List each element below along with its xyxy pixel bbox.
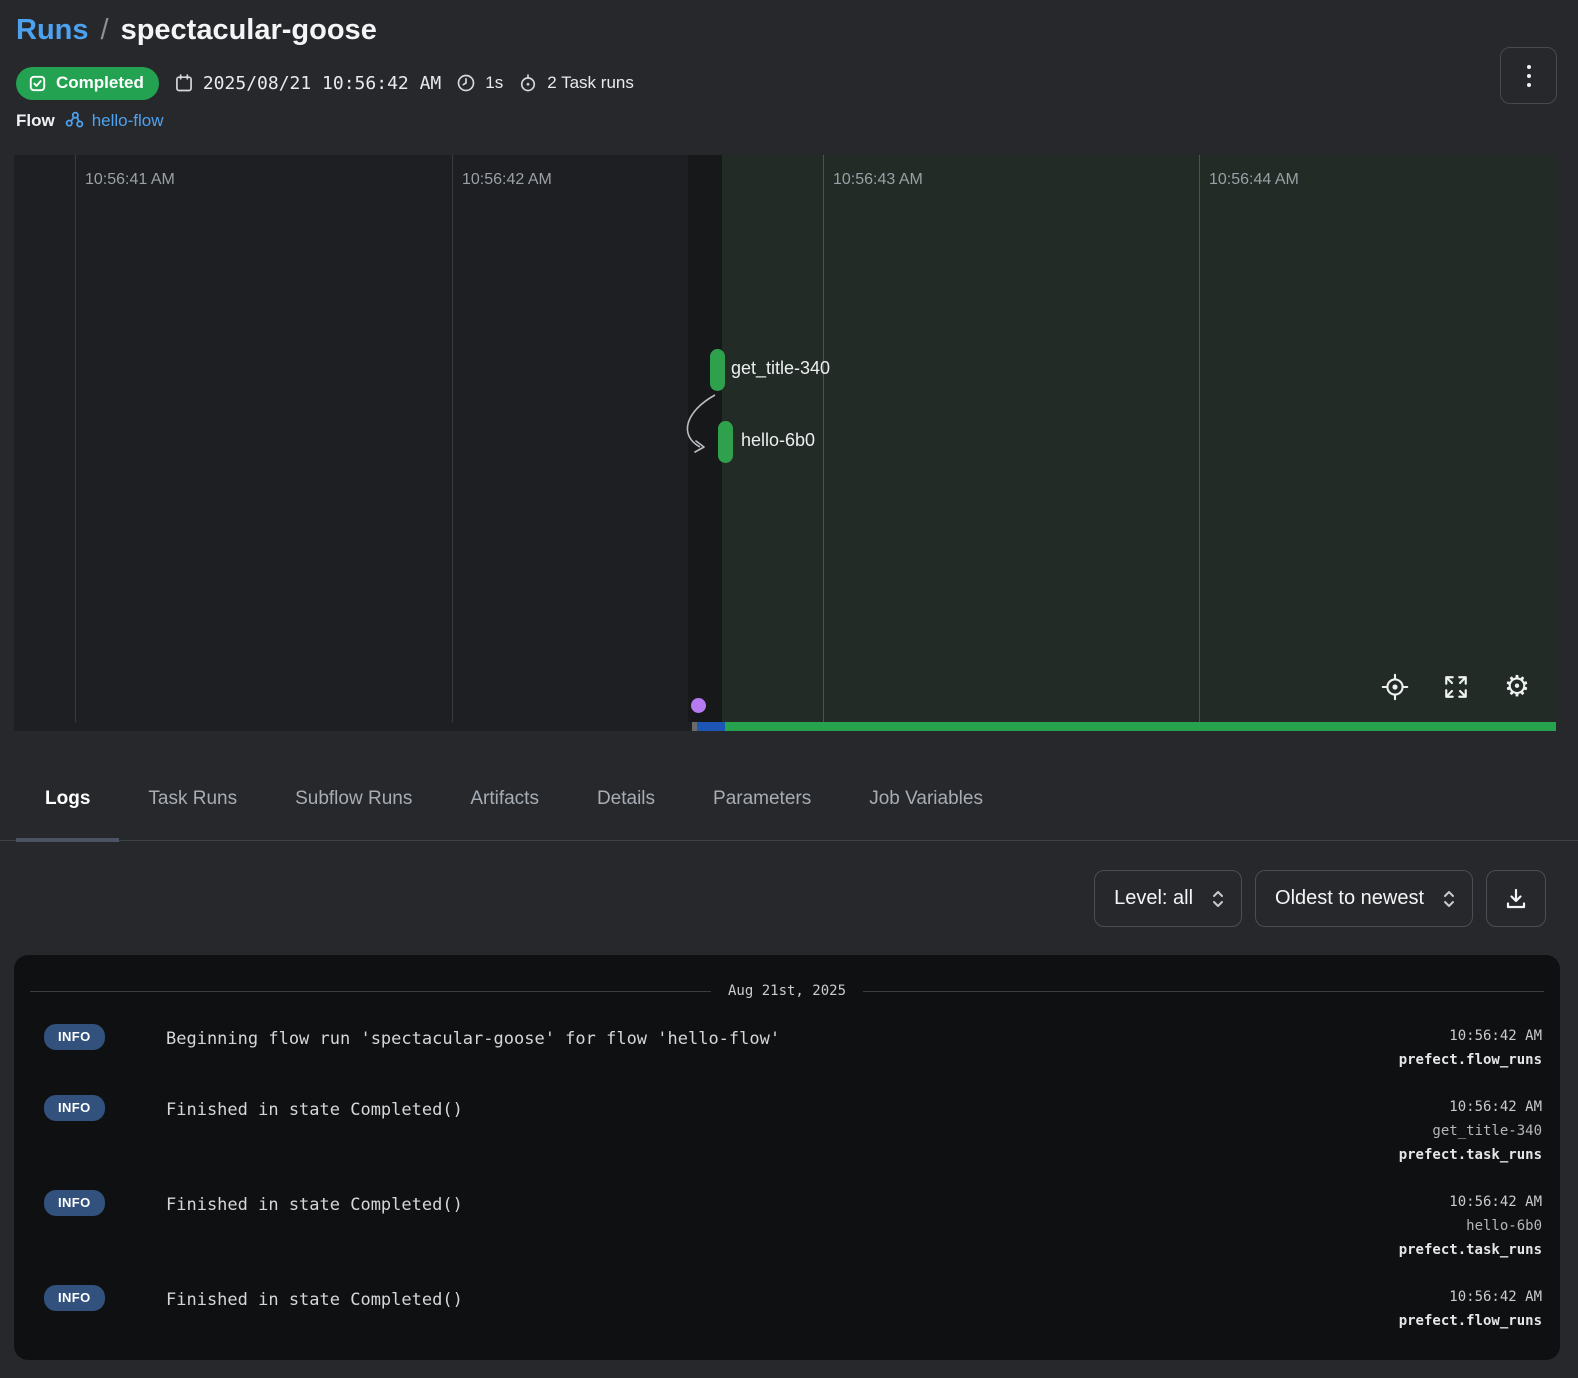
page-title: spectacular-goose: [121, 14, 377, 47]
chevron-updown-icon: [1211, 888, 1225, 910]
task-bar-get-title[interactable]: [710, 349, 725, 391]
timeline-settings-gear-icon[interactable]: ⚙: [1503, 673, 1531, 701]
log-logger: prefect.task_runs: [1399, 1143, 1542, 1167]
run-start-time: 2025/08/21 10:56:42 AM: [174, 73, 441, 94]
run-meta-row: Completed 2025/08/21 10:56:42 AM 1s 2 Ta…: [16, 66, 634, 100]
log-row: INFO Finished in state Completed() 10:56…: [14, 1181, 1560, 1276]
log-timestamp: 10:56:42 AM: [1399, 1190, 1542, 1214]
log-message: Finished in state Completed(): [166, 1092, 1399, 1120]
calendar-icon: [174, 73, 194, 93]
tab-details[interactable]: Details: [568, 758, 684, 840]
log-logger: prefect.flow_runs: [1399, 1048, 1542, 1072]
log-timestamp: 10:56:42 AM: [1399, 1024, 1542, 1048]
flow-link-label: hello-flow: [92, 111, 164, 131]
checkbox-check-icon: [28, 74, 47, 93]
log-level-badge: INFO: [44, 1095, 105, 1121]
flow-run-start-marker: [691, 698, 706, 713]
flow-icon: [64, 110, 85, 131]
log-meta: 10:56:42 AM prefect.flow_runs: [1399, 1021, 1542, 1072]
log-message: Finished in state Completed(): [166, 1282, 1399, 1310]
log-timestamp: 10:56:42 AM: [1399, 1285, 1542, 1309]
minimap-segment-green: [725, 722, 1556, 731]
log-level-select[interactable]: Level: all: [1094, 870, 1242, 927]
log-sort-select-value: Oldest to newest: [1275, 887, 1424, 910]
flow-run-timeline[interactable]: 10:56:41 AM 10:56:42 AM 10:56:43 AM 10:5…: [14, 155, 1556, 731]
log-row: INFO Finished in state Completed() 10:56…: [14, 1086, 1560, 1181]
timeline-gridline: [452, 155, 453, 722]
log-message: Finished in state Completed(): [166, 1187, 1399, 1215]
timeline-tick-label: 10:56:43 AM: [833, 171, 923, 189]
tab-parameters[interactable]: Parameters: [684, 758, 840, 840]
log-date-header: Aug 21st, 2025: [728, 983, 846, 999]
flow-label: Flow: [16, 111, 55, 131]
breadcrumb-runs-link[interactable]: Runs: [16, 14, 89, 47]
log-level-select-value: Level: all: [1114, 887, 1193, 910]
timeline-gridline: [75, 155, 76, 722]
log-date-divider: Aug 21st, 2025: [14, 955, 1560, 1001]
run-duration: 1s: [456, 73, 503, 93]
breadcrumb: Runs / spectacular-goose: [16, 14, 377, 47]
clock-icon: [456, 73, 476, 93]
more-actions-button[interactable]: [1500, 47, 1557, 104]
log-sort-select[interactable]: Oldest to newest: [1255, 870, 1473, 927]
log-logger: prefect.flow_runs: [1399, 1309, 1542, 1333]
run-detail-tabs: Logs Task Runs Subflow Runs Artifacts De…: [0, 758, 1578, 841]
task-bar-hello[interactable]: [718, 421, 733, 463]
log-task-source[interactable]: hello-6b0: [1399, 1214, 1542, 1238]
log-meta: 10:56:42 AM hello-6b0 prefect.task_runs: [1399, 1187, 1542, 1262]
tab-artifacts[interactable]: Artifacts: [441, 758, 568, 840]
task-run-count-value: 2 Task runs: [547, 73, 634, 93]
status-badge-label: Completed: [56, 73, 144, 93]
timeline-minimap-scrollbar[interactable]: [14, 722, 1556, 731]
log-filter-row: Level: all Oldest to newest: [1094, 870, 1546, 927]
task-run-count: 2 Task runs: [518, 73, 634, 93]
timeline-run-duration-region: [722, 155, 1556, 722]
breadcrumb-separator: /: [101, 14, 109, 47]
run-start-time-value: 2025/08/21 10:56:42 AM: [203, 73, 441, 94]
run-duration-value: 1s: [485, 73, 503, 93]
tab-subflow-runs[interactable]: Subflow Runs: [266, 758, 441, 840]
timeline-tick-label: 10:56:41 AM: [85, 171, 175, 189]
log-timestamp: 10:56:42 AM: [1399, 1095, 1542, 1119]
timeline-tick-label: 10:56:44 AM: [1209, 171, 1299, 189]
timeline-gridline: [1199, 155, 1200, 722]
minimap-segment-blue: [697, 722, 725, 731]
tab-task-runs[interactable]: Task Runs: [119, 758, 266, 840]
log-task-source[interactable]: get_title-340: [1399, 1119, 1542, 1143]
log-row: INFO Beginning flow run 'spectacular-goo…: [14, 1015, 1560, 1086]
task-run-icon: [518, 73, 538, 93]
fullscreen-expand-icon[interactable]: [1442, 673, 1470, 701]
log-logger: prefect.task_runs: [1399, 1238, 1542, 1262]
tab-job-variables[interactable]: Job Variables: [840, 758, 1012, 840]
log-list-panel: Aug 21st, 2025 INFO Beginning flow run '…: [14, 955, 1560, 1360]
flow-row: Flow hello-flow: [16, 110, 164, 131]
task-bar-label[interactable]: hello-6b0: [741, 430, 815, 451]
log-message: Beginning flow run 'spectacular-goose' f…: [166, 1021, 1399, 1049]
timeline-gridline: [823, 155, 824, 722]
download-logs-button[interactable]: [1486, 870, 1546, 927]
tab-logs[interactable]: Logs: [16, 758, 119, 840]
download-icon: [1504, 887, 1528, 911]
kebab-icon: [1527, 65, 1531, 69]
log-meta: 10:56:42 AM get_title-340 prefect.task_r…: [1399, 1092, 1542, 1167]
recenter-target-icon[interactable]: [1381, 673, 1409, 701]
log-meta: 10:56:42 AM prefect.flow_runs: [1399, 1282, 1542, 1333]
log-level-badge: INFO: [44, 1024, 105, 1050]
timeline-controls: ⚙: [1381, 673, 1531, 701]
status-badge: Completed: [16, 67, 159, 100]
timeline-tick-label: 10:56:42 AM: [462, 171, 552, 189]
chevron-updown-icon: [1442, 888, 1456, 910]
log-row: INFO Finished in state Completed() 10:56…: [14, 1276, 1560, 1348]
log-level-badge: INFO: [44, 1285, 105, 1311]
task-bar-label[interactable]: get_title-340: [731, 358, 830, 379]
log-level-badge: INFO: [44, 1190, 105, 1216]
flow-link[interactable]: hello-flow: [64, 110, 164, 131]
